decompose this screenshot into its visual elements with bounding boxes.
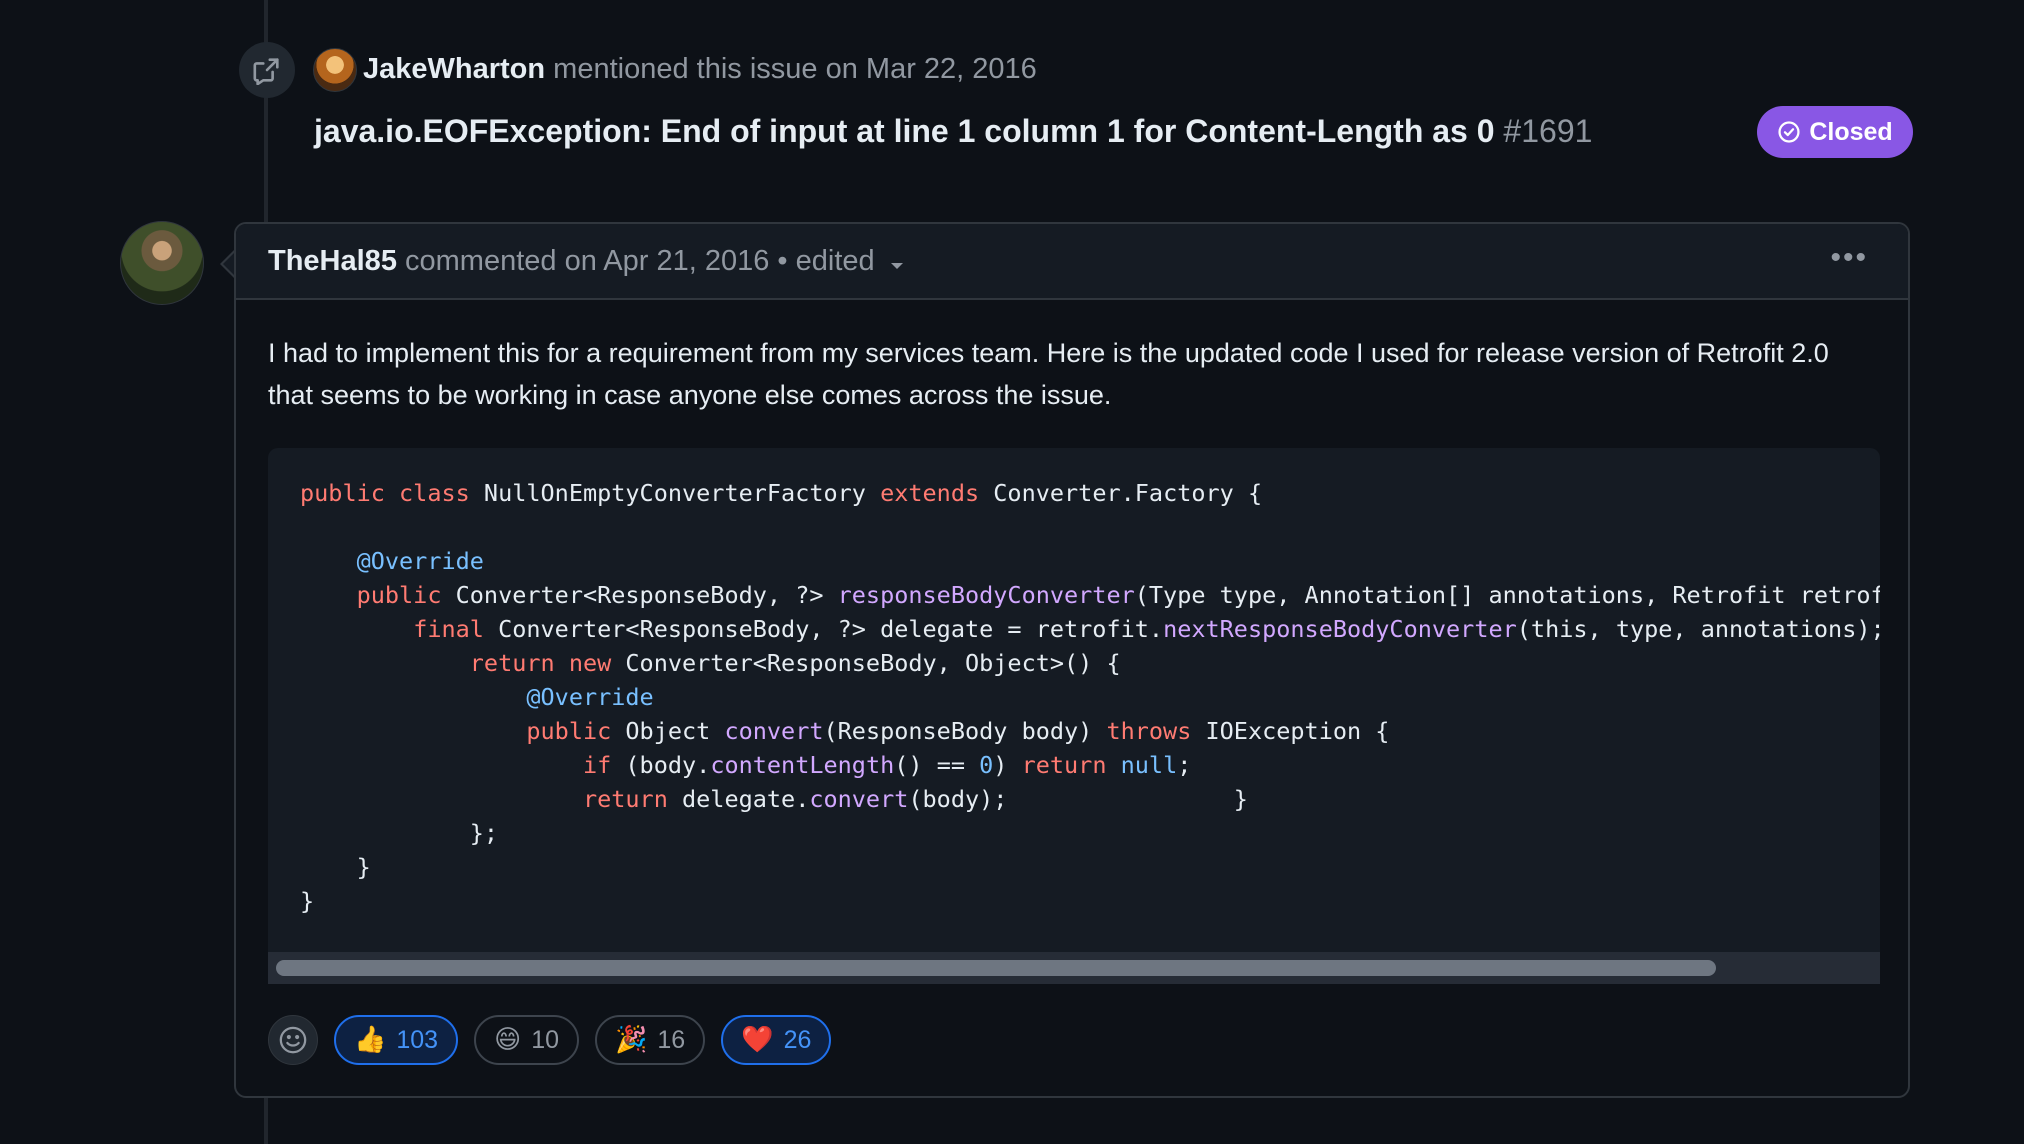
code-text: (body); } <box>908 785 1248 813</box>
issue-title-link[interactable]: java.io.EOFException: End of input at li… <box>314 113 1495 149</box>
code-function: contentLength <box>710 751 895 779</box>
comment-author-link[interactable]: TheHal85 <box>268 245 397 277</box>
code-line: return delegate.convert(body); } <box>300 782 1880 816</box>
code-constant: null <box>1120 751 1178 779</box>
code-text: ; <box>1177 751 1192 779</box>
reaction-thumbs-up-button[interactable]: 👍 103 <box>334 1015 459 1065</box>
issue-number: #1691 <box>1494 113 1593 149</box>
laugh-icon: 😄 <box>494 1025 522 1055</box>
code-text: Converter.Factory { <box>979 479 1263 507</box>
code-line: public Converter<ResponseBody, ?> respon… <box>300 578 1880 612</box>
code-function: convert <box>809 785 909 813</box>
code-text: (ResponseBody body) <box>823 717 1107 745</box>
code-content: public class NullOnEmptyConverterFactory… <box>300 476 1880 918</box>
issue-status-badge: Closed <box>1757 106 1913 158</box>
code-text: Converter<ResponseBody, ?> delegate = re… <box>483 615 1164 643</box>
code-text: } <box>300 887 315 915</box>
code-text: Converter<ResponseBody, Object>() { <box>611 649 1121 677</box>
code-line: @Override <box>300 544 1880 578</box>
code-keyword: return <box>1021 751 1107 779</box>
check-circle-icon <box>1778 121 1800 143</box>
code-text: } <box>356 853 371 881</box>
code-text: NullOnEmptyConverterFactory <box>469 479 881 507</box>
reactions-bar: 👍 103 😄 10 🎉 16 ❤️ 26 <box>268 1014 832 1066</box>
comment-header-text: TheHal85 commented on Apr 21, 2016 • edi… <box>268 244 905 279</box>
code-line: public class NullOnEmptyConverterFactory… <box>300 476 1880 510</box>
reaction-count: 16 <box>657 1025 686 1054</box>
code-text: Converter<ResponseBody, ?> <box>441 581 838 609</box>
code-function: nextResponseBodyConverter <box>1163 615 1517 643</box>
referenced-issue[interactable]: java.io.EOFException: End of input at li… <box>314 112 1592 150</box>
smiley-icon <box>279 1026 307 1054</box>
heart-icon: ❤️ <box>741 1025 774 1055</box>
code-text: }; <box>469 819 499 847</box>
code-text: (body. <box>611 751 711 779</box>
code-keyword: if <box>582 751 612 779</box>
reaction-count: 103 <box>396 1025 439 1054</box>
code-line: public Object convert(ResponseBody body)… <box>300 714 1880 748</box>
thumbs-up-icon: 👍 <box>354 1025 387 1055</box>
code-keyword: public <box>356 581 442 609</box>
code-keyword: public <box>526 717 612 745</box>
code-keyword: throws <box>1106 717 1192 745</box>
code-line: }; <box>300 816 1880 850</box>
issue-status-label: Closed <box>1809 117 1893 146</box>
code-line: } <box>300 884 1880 918</box>
add-reaction-button[interactable] <box>268 1015 318 1065</box>
code-horizontal-scrollbar[interactable] <box>268 952 1880 984</box>
cross-reference-icon <box>239 42 295 98</box>
code-block: public class NullOnEmptyConverterFactory… <box>268 448 1880 984</box>
code-keyword: return new <box>469 649 612 677</box>
mention-event: JakeWharton mentioned this issue on Mar … <box>363 52 1037 86</box>
code-keyword: public class <box>300 479 470 507</box>
party-popper-icon: 🎉 <box>615 1025 648 1055</box>
scrollbar-thumb[interactable] <box>276 960 1716 976</box>
code-keyword: final <box>413 615 484 643</box>
code-number: 0 <box>979 751 994 779</box>
comment-box: TheHal85 commented on Apr 21, 2016 • edi… <box>234 222 1910 1098</box>
comment-author-avatar[interactable] <box>120 221 204 305</box>
comment-options-button[interactable]: ••• <box>1830 243 1868 273</box>
code-line: return new Converter<ResponseBody, Objec… <box>300 646 1880 680</box>
mention-author-avatar[interactable] <box>313 48 357 92</box>
code-annotation: @Override <box>356 547 484 575</box>
reaction-count: 26 <box>783 1025 812 1054</box>
code-text: delegate. <box>667 785 810 813</box>
triangle-down-icon <box>890 263 903 270</box>
code-line: final Converter<ResponseBody, ?> delegat… <box>300 612 1880 646</box>
code-annotation: @Override <box>526 683 654 711</box>
code-line: @Override <box>300 680 1880 714</box>
code-text: () == <box>894 751 980 779</box>
code-keyword: extends <box>880 479 980 507</box>
reaction-heart-button[interactable]: ❤️ 26 <box>721 1015 832 1065</box>
mention-author-link[interactable]: JakeWharton <box>363 53 545 85</box>
code-text: IOException { <box>1191 717 1390 745</box>
mention-action-text: mentioned this issue on Mar 22, 2016 <box>545 53 1037 85</box>
edit-history-dropdown[interactable] <box>889 245 905 279</box>
code-text: Object <box>611 717 725 745</box>
comment-body: I had to implement this for a requiremen… <box>268 338 1829 410</box>
comment-header: TheHal85 commented on Apr 21, 2016 • edi… <box>236 224 1908 300</box>
code-text: (Type type, Annotation[] annotations, Re… <box>1134 581 1880 609</box>
code-line: if (body.contentLength() == 0) return nu… <box>300 748 1880 782</box>
code-function: responseBodyConverter <box>837 581 1135 609</box>
reaction-hooray-button[interactable]: 🎉 16 <box>595 1015 706 1065</box>
comment-meta: commented on Apr 21, 2016 • edited <box>396 245 875 277</box>
code-line: } <box>300 850 1880 884</box>
code-keyword: return <box>582 785 668 813</box>
code-function: convert <box>724 717 824 745</box>
reaction-count: 10 <box>531 1025 560 1054</box>
code-text: ) <box>993 751 1022 779</box>
code-text: (this, type, annotations); <box>1516 615 1880 643</box>
reaction-laugh-button[interactable]: 😄 10 <box>474 1015 580 1065</box>
